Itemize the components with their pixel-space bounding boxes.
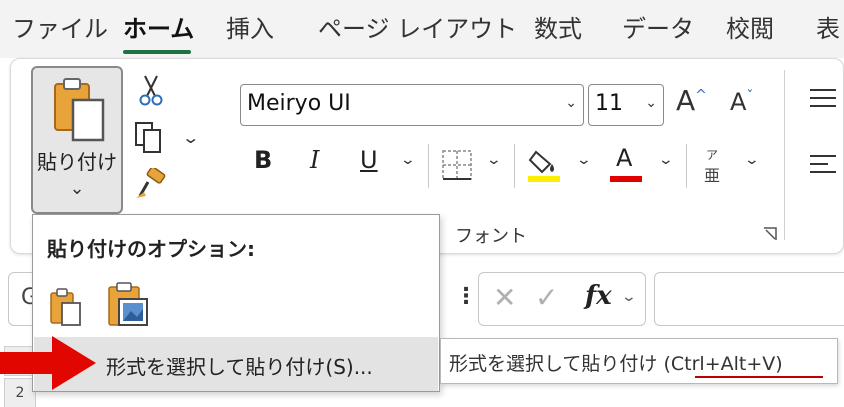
tab-data[interactable]: データ — [622, 12, 694, 46]
chevron-down-icon: ⌄ — [645, 95, 657, 111]
bold-button[interactable]: B — [254, 146, 272, 174]
dialog-launcher-icon[interactable] — [762, 226, 778, 242]
arrow-icon — [0, 336, 96, 390]
fill-color-icon[interactable] — [526, 146, 562, 186]
chevron-down-icon[interactable]: ⌄ — [658, 152, 674, 168]
paste-icon[interactable] — [47, 287, 83, 327]
formula-input[interactable] — [654, 272, 844, 326]
paste-options-header: 貼り付けのオプション: — [47, 237, 255, 261]
tab-file[interactable]: ファイル — [12, 12, 108, 46]
font-name-value: Meiryo UI — [247, 91, 351, 116]
underline-button[interactable]: U — [360, 146, 378, 174]
tab-review[interactable]: 校閲 — [726, 12, 774, 46]
tab-insert[interactable]: 挿入 — [226, 12, 274, 46]
chevron-down-icon[interactable]: ⌄ — [576, 152, 592, 168]
paste-picture-icon[interactable] — [105, 281, 151, 329]
divider — [428, 144, 429, 188]
copy-icon[interactable] — [133, 120, 167, 154]
phonetic-guide-bottom[interactable]: 亜 — [704, 162, 720, 186]
font-name-select[interactable]: Meiryo UI ⌄ — [240, 84, 584, 126]
increase-font-size-icon[interactable]: A^ — [676, 84, 707, 117]
divider — [784, 70, 785, 240]
formula-controls: ✕ ✓ fx ⌄ — [478, 272, 646, 326]
font-color-button[interactable]: A — [616, 144, 632, 172]
scissors-icon[interactable] — [137, 74, 165, 106]
chevron-down-icon[interactable]: ⌄ — [486, 152, 502, 168]
tab-view[interactable]: 表 — [816, 12, 840, 46]
font-size-value: 11 — [595, 91, 623, 116]
check-icon[interactable]: ✓ — [535, 281, 558, 314]
paste-label: 貼り付け — [37, 150, 117, 174]
tooltip-text: 形式を選択して貼り付け (Ctrl+Alt+V) — [449, 353, 783, 375]
tab-page-layout[interactable]: ページ レイアウト — [318, 12, 517, 46]
align-left-icon[interactable] — [808, 152, 838, 180]
tab-home[interactable]: ホーム — [123, 12, 194, 46]
format-painter-icon[interactable] — [134, 168, 168, 202]
font-color-swatch — [610, 176, 642, 182]
insert-function-button[interactable]: fx — [585, 281, 612, 311]
chevron-down-icon[interactable]: ⌄ — [744, 152, 760, 168]
chevron-down-icon[interactable]: ⌄ — [400, 152, 416, 168]
ribbon-tab-bar: ファイル ホーム 挿入 ページ レイアウト 数式 データ 校閲 表 — [0, 0, 844, 58]
paste-special-label: 形式を選択して貼り付け(S)... — [106, 355, 373, 379]
phonetic-guide-top[interactable]: ア — [706, 146, 718, 163]
decrease-font-size-icon[interactable]: Aˇ — [730, 88, 753, 116]
clipboard-icon — [54, 78, 105, 142]
chevron-down-icon: ⌄ — [565, 95, 577, 111]
tooltip: 形式を選択して貼り付け (Ctrl+Alt+V) — [440, 338, 838, 384]
paste-button[interactable]: 貼り付け ⌄ — [31, 66, 123, 214]
shortcut-underline — [695, 376, 823, 378]
divider — [514, 144, 515, 188]
active-tab-indicator — [123, 50, 191, 54]
chevron-down-icon[interactable]: ⌄ — [33, 178, 121, 199]
chevron-down-icon[interactable]: ⌄ — [621, 289, 637, 305]
chevron-down-icon[interactable]: ⌄ — [181, 128, 200, 147]
font-size-select[interactable]: 11 ⌄ — [588, 84, 664, 126]
align-top-icon[interactable] — [808, 86, 838, 110]
borders-icon[interactable] — [440, 148, 474, 182]
italic-button[interactable]: I — [310, 146, 319, 174]
tab-formulas[interactable]: 数式 — [534, 12, 582, 46]
cancel-icon[interactable]: ✕ — [493, 281, 516, 314]
font-group-label: フォント — [455, 226, 527, 247]
more-options-icon[interactable]: ⋮ — [455, 284, 477, 309]
divider — [686, 144, 687, 188]
